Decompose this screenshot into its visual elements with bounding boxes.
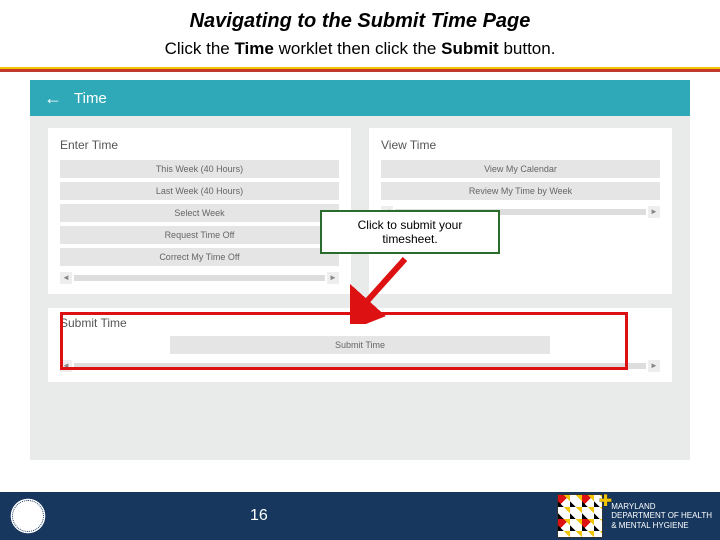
this-week-button[interactable]: This Week (40 Hours) (60, 160, 339, 178)
department-text: MARYLAND DEPARTMENT OF HEALTH & MENTAL H… (611, 502, 712, 531)
dept-line3: & MENTAL HYGIENE (611, 521, 712, 531)
back-arrow-icon[interactable]: ← (44, 88, 62, 109)
scroll-track[interactable] (74, 275, 325, 281)
highlight-box (60, 312, 628, 370)
scroll-row: ◄ ► (60, 272, 339, 284)
dept-line1: MARYLAND (611, 502, 712, 512)
topbar-title: Time (74, 90, 107, 107)
last-week-button[interactable]: Last Week (40 Hours) (60, 182, 339, 200)
scroll-right-icon[interactable]: ► (327, 272, 339, 284)
view-calendar-button[interactable]: View My Calendar (381, 160, 660, 178)
select-week-button[interactable]: Select Week (60, 204, 339, 222)
subtitle-bold-time: Time (234, 39, 273, 58)
dept-line2: DEPARTMENT OF HEALTH (611, 511, 712, 521)
page-number: 16 (250, 507, 268, 525)
footer-right: MARYLAND DEPARTMENT OF HEALTH & MENTAL H… (557, 494, 712, 538)
enter-time-card: Enter Time This Week (40 Hours) Last Wee… (48, 128, 351, 294)
card-title: View Time (381, 138, 660, 152)
scroll-right-icon[interactable]: ► (648, 206, 660, 218)
red-arrow-icon (350, 254, 420, 324)
callout-box: Click to submit your timesheet. (320, 210, 500, 254)
subtitle-text: button. (499, 39, 556, 58)
callout-line2: timesheet. (330, 232, 490, 246)
request-time-off-button[interactable]: Request Time Off (60, 226, 339, 244)
callout-line1: Click to submit your (330, 218, 490, 232)
divider-red (0, 69, 720, 72)
footer-bar: 16 MARYLAND DEPARTMENT OF HEALTH & MENTA… (0, 492, 720, 540)
scroll-left-icon[interactable]: ◄ (60, 272, 72, 284)
state-seal-icon (6, 494, 50, 538)
scroll-right-icon[interactable]: ► (648, 360, 660, 372)
card-title: Enter Time (60, 138, 339, 152)
correct-time-off-button[interactable]: Correct My Time Off (60, 248, 339, 266)
maryland-flag-icon (557, 494, 603, 538)
slide-title: Navigating to the Submit Time Page (0, 0, 720, 39)
subtitle-text: worklet then click the (274, 39, 441, 58)
slide-subtitle: Click the Time worklet then click the Su… (0, 39, 720, 67)
review-time-button[interactable]: Review My Time by Week (381, 182, 660, 200)
subtitle-bold-submit: Submit (441, 39, 499, 58)
app-topbar: ← Time (30, 80, 690, 116)
subtitle-text: Click the (165, 39, 235, 58)
